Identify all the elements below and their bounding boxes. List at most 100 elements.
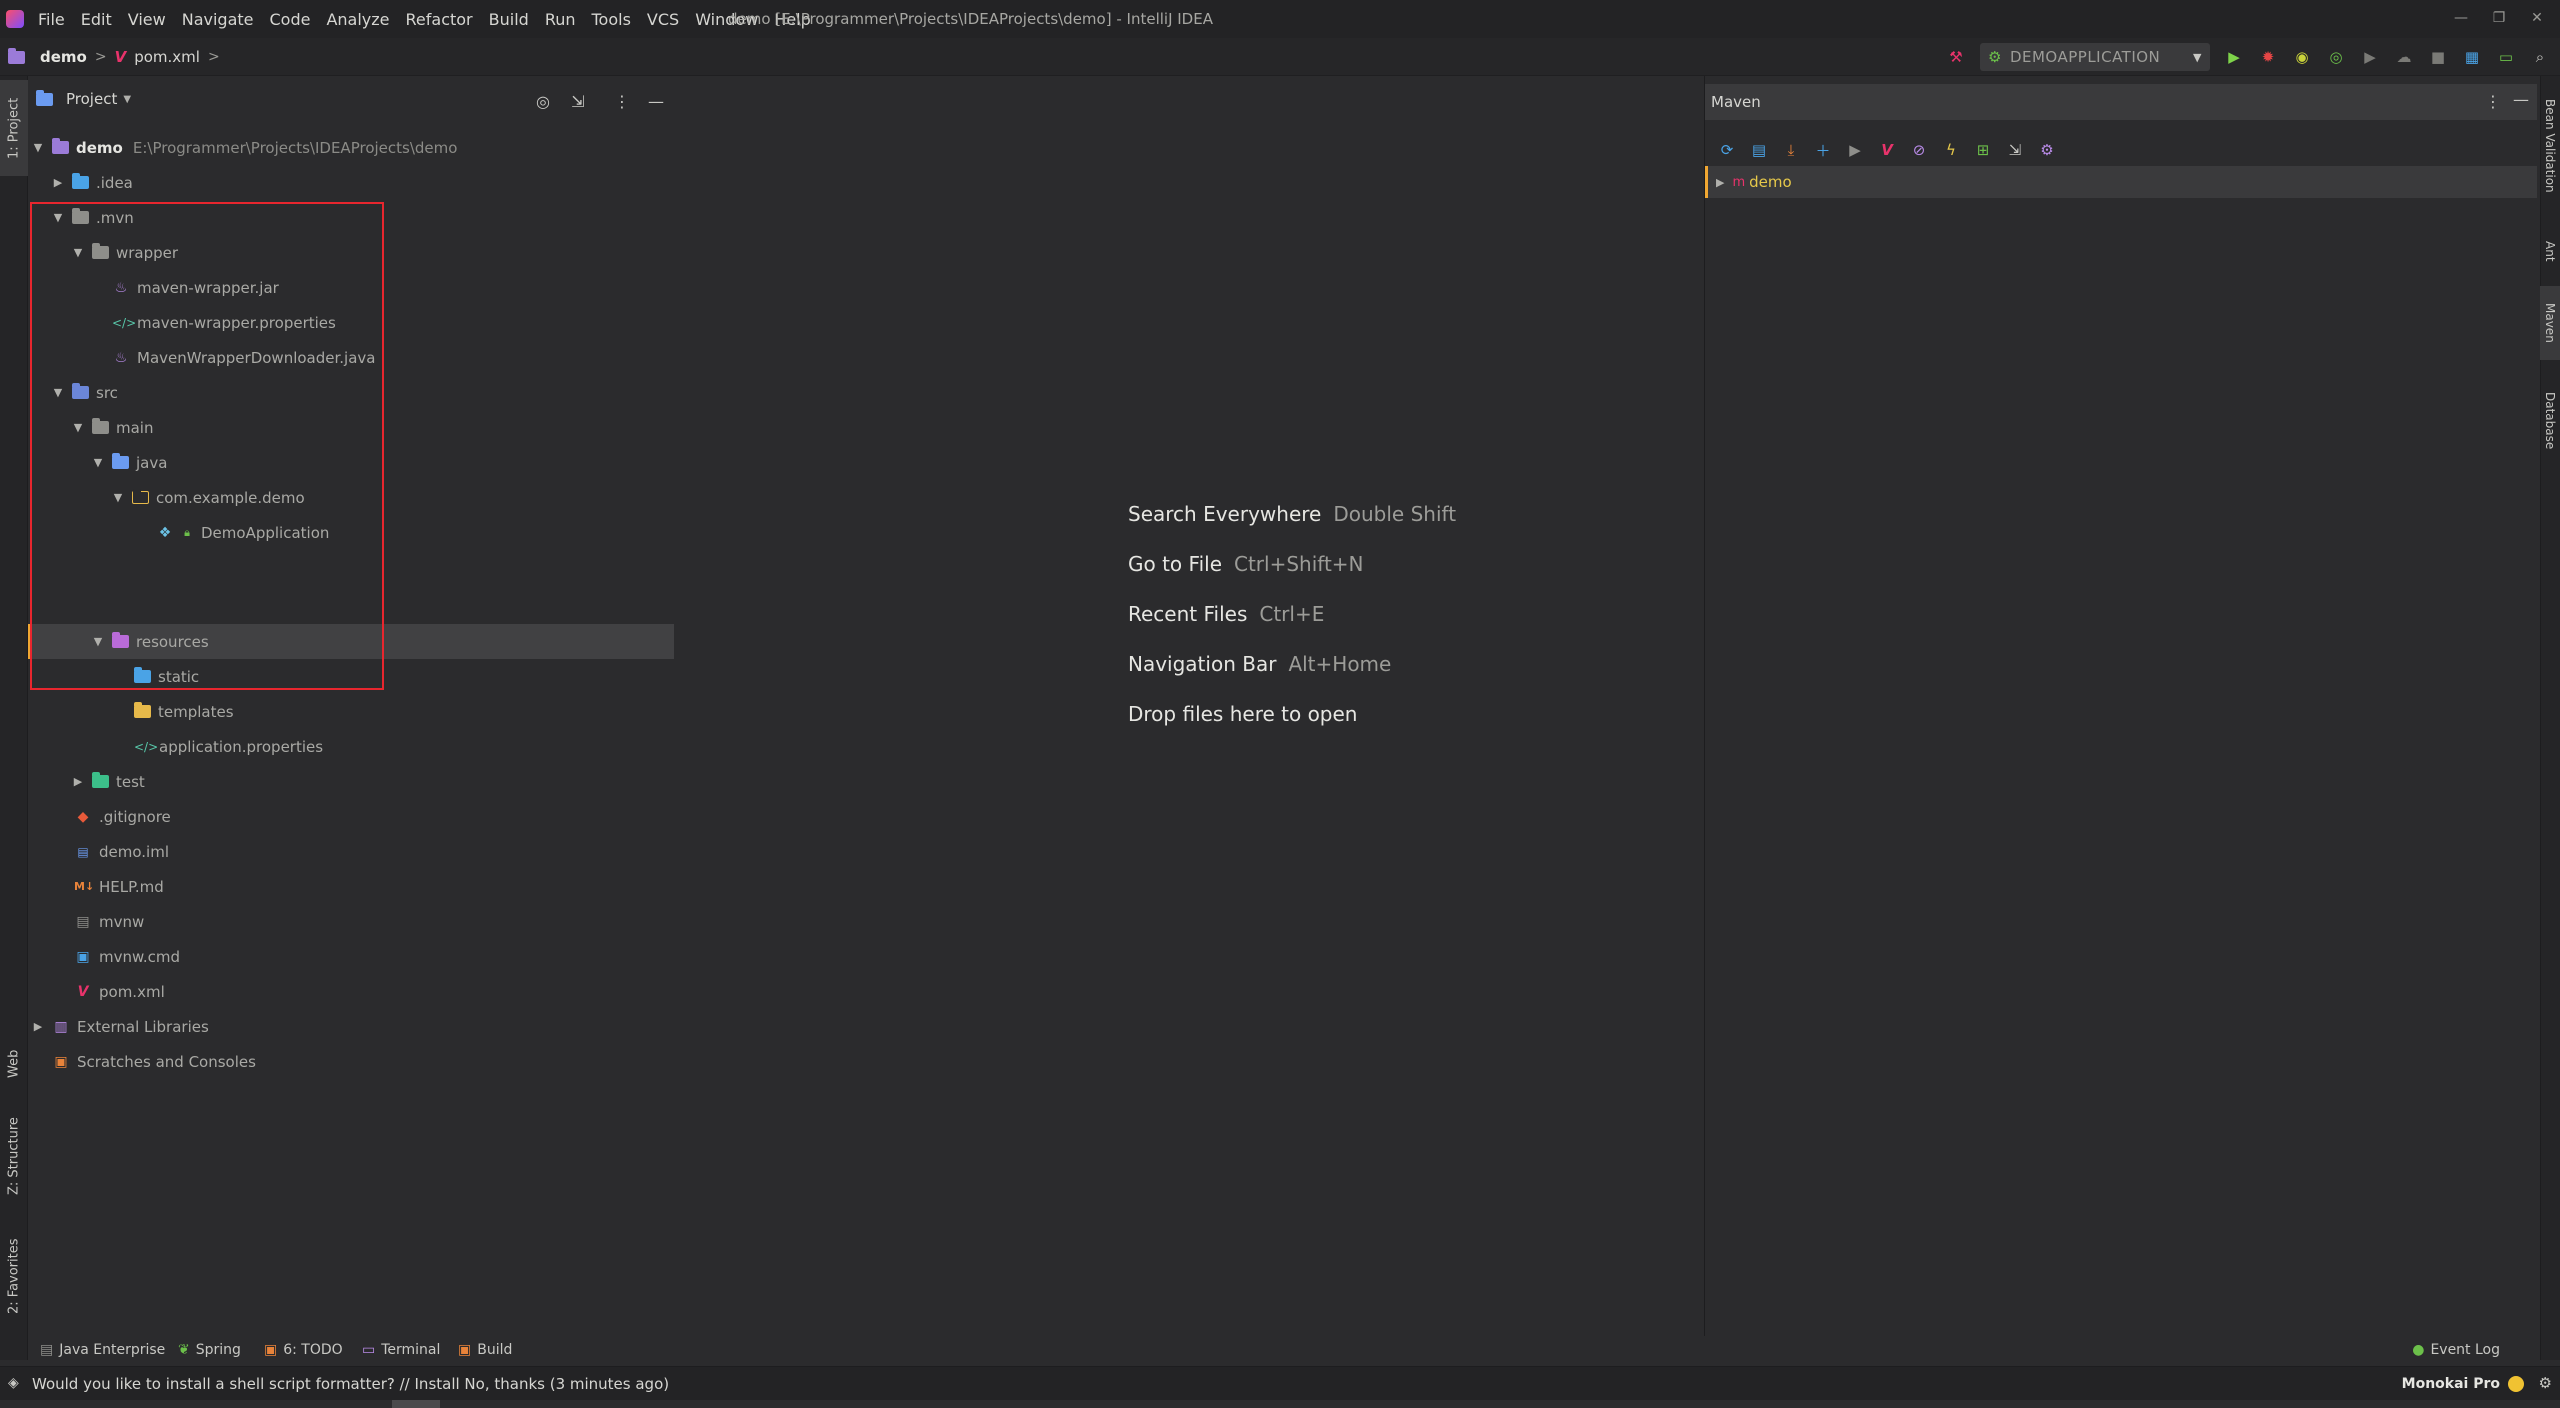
menu-file[interactable]: File <box>38 10 73 29</box>
breadcrumb-file[interactable]: pom.xml <box>134 48 200 66</box>
chevron-down-icon[interactable]: ▼ <box>50 386 66 399</box>
download-icon[interactable]: ⤓ <box>1781 140 1801 160</box>
tree-item-main[interactable]: ▼ main <box>70 410 153 445</box>
tree-item-package[interactable]: ▼ com.example.demo <box>110 480 305 515</box>
editor-empty-area[interactable]: Search Everywhere Double Shift Go to Fil… <box>674 76 1704 1352</box>
more-options-icon[interactable]: ⋮ <box>612 92 632 112</box>
tree-item-gitignore[interactable]: ◆ .gitignore <box>74 799 171 834</box>
maven-project-demo[interactable]: ▶ m demo <box>1705 166 2537 198</box>
run-icon[interactable]: ▶ <box>1845 140 1865 160</box>
chevron-right-icon[interactable]: ▶ <box>50 176 66 189</box>
hide-panel-icon[interactable]: — <box>646 92 666 112</box>
tree-item-mvnw[interactable]: ▤ mvnw <box>74 904 144 939</box>
skip-tests-icon[interactable]: ϟ <box>1941 140 1961 160</box>
dependencies-diagram-icon[interactable]: ⊞ <box>1973 140 1993 160</box>
tree-item-pom-xml[interactable]: V pom.xml <box>74 974 165 1009</box>
tree-item-external-libraries[interactable]: ▶ ▥ External Libraries <box>30 1009 209 1044</box>
attach-icon[interactable]: ☁ <box>2394 47 2414 67</box>
tab-spring[interactable]: ❦ Spring <box>178 1342 241 1358</box>
menu-build[interactable]: Build <box>489 10 537 29</box>
search-icon[interactable]: ⌕ <box>2530 47 2550 67</box>
tree-item-application-properties[interactable]: </> application.properties <box>134 729 323 764</box>
tab-structure[interactable]: Z: Structure <box>0 1106 28 1206</box>
menu-view[interactable]: View <box>128 10 174 29</box>
chevron-down-icon[interactable]: ▼ <box>30 141 46 154</box>
build-hammer-icon[interactable]: ⚒ <box>1946 47 1966 67</box>
tab-terminal[interactable]: ▭ Terminal <box>362 1342 440 1358</box>
tree-item-maven-wrapper-jar[interactable]: ♨ maven-wrapper.jar <box>112 270 279 305</box>
collapse-all-icon[interactable]: ⇲ <box>568 92 588 112</box>
debug-icon[interactable]: ✹ <box>2258 47 2278 67</box>
run-configuration-select[interactable]: ⚙ DEMOAPPLICATION ▼ <box>1980 43 2210 71</box>
tree-item-scratches[interactable]: ▣ Scratches and Consoles <box>52 1044 256 1079</box>
chevron-down-icon[interactable]: ▼ <box>90 456 106 469</box>
chevron-down-icon[interactable]: ▼ <box>90 635 106 648</box>
chevron-down-icon[interactable]: ▼ <box>70 421 86 434</box>
menu-refactor[interactable]: Refactor <box>406 10 481 29</box>
tree-item-wrapper[interactable]: ▼ wrapper <box>70 235 178 270</box>
tab-maven[interactable]: Maven <box>2540 286 2560 360</box>
generate-sources-icon[interactable]: ▤ <box>1749 140 1769 160</box>
tab-build[interactable]: ▣ Build <box>458 1342 512 1358</box>
tree-item-demo-application[interactable]: ❖ 🔒︎ DemoApplication <box>156 515 330 550</box>
profile-icon[interactable]: ◎ <box>2326 47 2346 67</box>
theme-status-icon[interactable] <box>2508 1376 2524 1392</box>
settings-gear-icon[interactable]: ⚙ <box>2037 140 2057 160</box>
tab-web[interactable]: Web <box>0 1034 28 1094</box>
tab-database[interactable]: Database <box>2540 376 2560 466</box>
tab-todo[interactable]: ▣ 6: TODO <box>264 1342 343 1358</box>
tree-item-test[interactable]: ▶ test <box>70 764 145 799</box>
add-icon[interactable]: ＋ <box>1813 140 1833 160</box>
coverage-icon[interactable]: ◉ <box>2292 47 2312 67</box>
tab-ant[interactable]: Ant <box>2540 226 2560 276</box>
reload-icon[interactable]: ⟳ <box>1717 140 1737 160</box>
notifications-icon[interactable]: ⚙ <box>2539 1374 2552 1392</box>
breadcrumb-project[interactable]: demo <box>40 48 87 66</box>
chevron-down-icon[interactable]: ▼ <box>110 491 126 504</box>
toggle-offline-icon[interactable]: ⊘ <box>1909 140 1929 160</box>
restore-icon[interactable]: ❐ <box>2484 6 2514 30</box>
locate-target-icon[interactable]: ◎ <box>533 92 553 112</box>
horizontal-scrollbar[interactable] <box>392 1400 440 1408</box>
menu-run[interactable]: Run <box>545 10 584 29</box>
tree-item-demo[interactable]: ▼ demo E:\Programmer\Projects\IDEAProjec… <box>30 130 457 165</box>
run-disabled-icon[interactable]: ▶ <box>2360 47 2380 67</box>
menu-navigate[interactable]: Navigate <box>182 10 262 29</box>
project-view-selector[interactable]: Project ▼ <box>36 89 131 108</box>
toggle-tool-windows-icon[interactable]: ◈ <box>8 1375 19 1391</box>
tree-item-resources[interactable]: ▼ resources <box>90 624 209 659</box>
terminal-icon[interactable]: ▭ <box>2496 47 2516 67</box>
tab-event-log[interactable]: ● Event Log <box>2412 1342 2500 1358</box>
menu-tools[interactable]: Tools <box>592 10 639 29</box>
menu-code[interactable]: Code <box>270 10 319 29</box>
collapse-all-icon[interactable]: ⇲ <box>2005 140 2025 160</box>
chevron-down-icon[interactable]: ▼ <box>70 246 86 259</box>
menu-edit[interactable]: Edit <box>81 10 120 29</box>
tree-item-demo-iml[interactable]: ▤ demo.iml <box>74 834 169 869</box>
tree-item-maven-wrapper-properties[interactable]: </> maven-wrapper.properties <box>112 305 336 340</box>
status-message[interactable]: Would you like to install a shell script… <box>32 1375 669 1393</box>
tree-item-static[interactable]: static <box>134 659 199 694</box>
tree-item-idea[interactable]: ▶ .idea <box>50 165 133 200</box>
chevron-down-icon[interactable]: ▼ <box>50 211 66 224</box>
tree-item-mvnw-cmd[interactable]: ▣ mvnw.cmd <box>74 939 180 974</box>
tab-project[interactable]: 1: Project <box>0 80 28 176</box>
chevron-right-icon[interactable]: ▶ <box>30 1020 46 1033</box>
project-structure-icon[interactable]: ▦ <box>2462 47 2482 67</box>
tab-bean-validation[interactable]: Bean Validation <box>2540 86 2560 206</box>
tree-item-mvn[interactable]: ▼ .mvn <box>50 200 134 235</box>
run-icon[interactable]: ▶ <box>2224 47 2244 67</box>
minimize-icon[interactable]: — <box>2446 6 2476 30</box>
stop-icon[interactable]: ■ <box>2428 47 2448 67</box>
tree-item-help-md[interactable]: M↓ HELP.md <box>74 869 164 904</box>
menu-analyze[interactable]: Analyze <box>326 10 397 29</box>
chevron-right-icon[interactable]: ▶ <box>1716 176 1724 189</box>
tab-favorites[interactable]: 2: Favorites <box>0 1226 28 1326</box>
tab-java-enterprise[interactable]: ▤ Java Enterprise <box>40 1342 165 1358</box>
tree-item-src[interactable]: ▼ src <box>50 375 118 410</box>
chevron-right-icon[interactable]: ▶ <box>70 775 86 788</box>
tree-item-maven-wrapper-downloader[interactable]: ♨ MavenWrapperDownloader.java <box>112 340 376 375</box>
execute-goal-icon[interactable]: V <box>1877 140 1897 160</box>
more-options-icon[interactable]: ⋮ <box>2485 92 2501 111</box>
tree-item-java[interactable]: ▼ java <box>90 445 167 480</box>
